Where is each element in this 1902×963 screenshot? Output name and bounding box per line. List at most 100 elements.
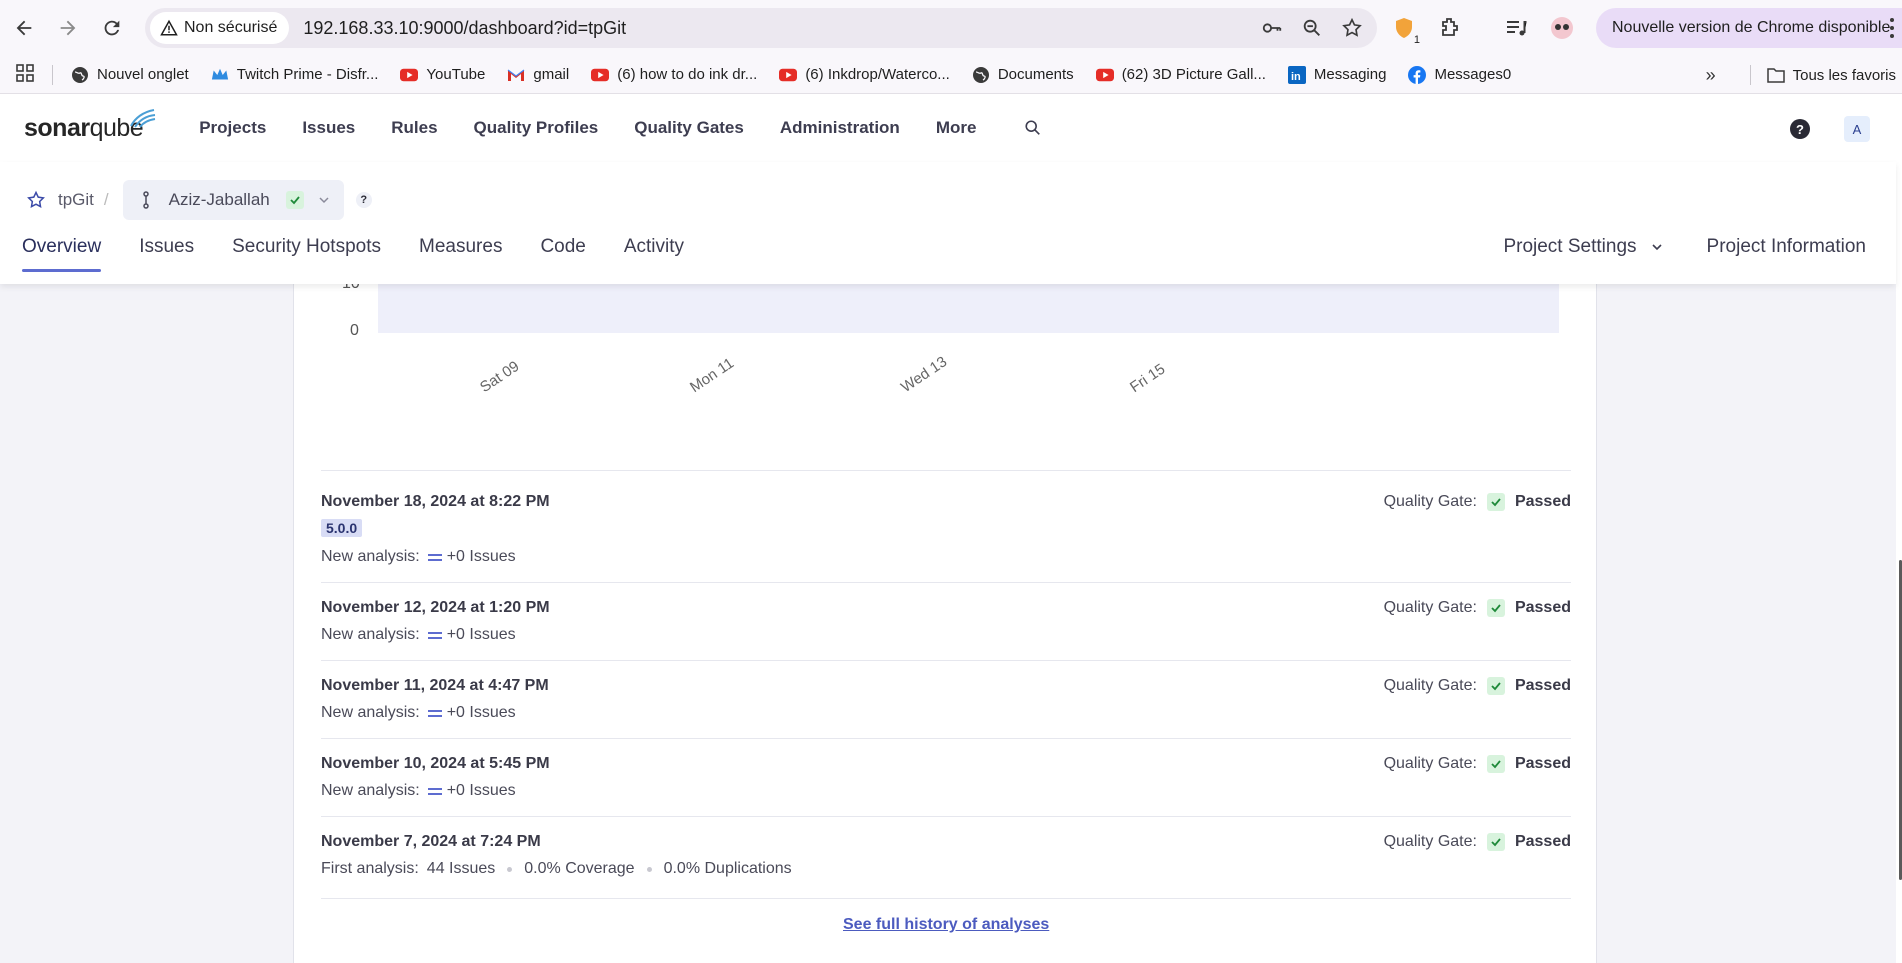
separator-dot [646,866,652,872]
tab-code[interactable]: Code [540,236,585,272]
extension-shield-icon[interactable]: 1 [1392,16,1420,46]
chevron-down-icon [1651,244,1662,251]
issues-delta: +0 Issues [446,626,516,643]
crown-icon [211,66,229,84]
extensions-puzzle-icon[interactable] [1438,16,1462,40]
bookmark-item[interactable]: gmail [507,66,569,84]
project-settings-label: Project Settings [1503,236,1637,257]
chevron-down-icon [319,197,329,204]
bookmark-item[interactable]: (6) how to do ink dr... [591,66,757,84]
tab-activity[interactable]: Activity [624,236,684,272]
issues-delta: +0 Issues [446,704,516,721]
chrome-menu-icon[interactable] [1890,18,1894,38]
issues-delta: +0 Issues [446,548,516,565]
branch-status-check-icon [285,191,304,209]
project-settings-menu[interactable]: Project Settings [1503,236,1662,258]
favorite-star-icon[interactable] [26,190,46,210]
globe-icon [71,66,89,84]
nav-more[interactable]: More [936,118,977,138]
more-bookmarks-icon[interactable]: » [1706,65,1716,86]
bookmark-item[interactable]: YouTube [400,66,485,84]
project-name[interactable]: tpGit [58,190,94,210]
bookmark-item[interactable]: (62) 3D Picture Gall... [1095,66,1266,84]
warning-icon [160,19,178,36]
branch-help-icon[interactable]: ? [355,192,372,208]
url-text[interactable]: 192.168.33.10:9000/dashboard?id=tpGit [303,18,626,39]
back-icon[interactable] [4,8,44,48]
project-tabs: Overview Issues Security Hotspots Measur… [22,236,684,272]
tab-measures[interactable]: Measures [419,236,502,272]
zoom-icon[interactable] [1301,17,1323,39]
address-bar[interactable]: Non sécurisé 192.168.33.10:9000/dashboar… [145,8,1377,48]
bookmark-item[interactable]: Twitch Prime - Disfr... [211,66,379,84]
profile-icon[interactable] [1550,16,1574,40]
branch-name: Aziz-Jaballah [168,190,270,209]
quality-gate-label: Quality Gate: [1383,833,1477,850]
tab-overview[interactable]: Overview [22,236,102,272]
equal-icon [427,785,442,798]
breadcrumb-separator: / [103,190,109,209]
analysis-date: November 11, 2024 at 4:47 PM [321,677,549,694]
nav-quality-gates[interactable]: Quality Gates [634,118,744,138]
chrome-update-button[interactable]: Nouvelle version de Chrome disponible [1596,8,1902,48]
analysis-summary: New analysis: +0 Issues [321,704,516,722]
see-full-history-link[interactable]: See full history of analyses [843,916,1049,934]
quality-gate-status: Quality Gate: Passed [1384,755,1571,773]
youtube-icon [400,66,419,84]
media-queue-icon[interactable] [1504,16,1528,40]
nav-administration[interactable]: Administration [780,118,900,138]
not-secure-label: Non sécurisé [184,19,278,36]
help-icon[interactable]: ? [1790,119,1810,139]
analysis-item: November 12, 2024 at 1:20 PM New analysi… [321,582,1571,660]
analysis-summary: New analysis: +0 Issues [321,548,516,566]
project-information-link[interactable]: Project Information [1707,236,1866,258]
password-key-icon[interactable] [1261,17,1283,39]
all-bookmarks[interactable]: Tous les favoris [1766,66,1896,84]
avatar[interactable]: A [1844,116,1870,142]
version-badge: 5.0.0 [321,519,363,537]
apps-grid-icon[interactable] [16,63,34,86]
bookmark-item[interactable]: in Messaging [1287,65,1386,84]
bookmark-item[interactable]: Messages0 [1408,65,1511,84]
quality-gate-label: Quality Gate: [1383,493,1477,510]
issues-count: 44 Issues [426,860,496,877]
analysis-date: November 10, 2024 at 5:45 PM [321,755,550,772]
top-navigation: Projects Issues Rules Quality Profiles Q… [199,118,976,138]
analysis-date: November 7, 2024 at 7:24 PM [321,833,541,850]
bookmarks-bar: Nouvel onglet Twitch Prime - Disfr... YouT… [0,56,1902,94]
facebook-icon [1408,65,1427,84]
tab-issues[interactable]: Issues [139,236,194,272]
analysis-summary: First analysis: 44 Issues 0.0% Coverage … [321,860,792,878]
forward-icon[interactable] [48,8,88,48]
not-secure-chip[interactable]: Non sécurisé [150,12,290,44]
sonarqube-logo[interactable]: sonarqube [24,108,156,143]
chrome-update-label: Nouvelle version de Chrome disponible [1612,19,1891,36]
nav-quality-profiles[interactable]: Quality Profiles [474,118,599,138]
search-icon[interactable] [1024,119,1042,137]
quality-gate-label: Quality Gate: [1383,677,1477,694]
reload-icon[interactable] [92,8,132,48]
bookmark-item[interactable]: Nouvel onglet [71,66,189,84]
separator-dot [507,866,513,872]
logo-bold: sonar [24,113,90,142]
nav-projects[interactable]: Projects [199,118,266,138]
bookmark-star-icon[interactable] [1341,17,1363,39]
analysis-kind: New analysis: [321,704,420,721]
x-tick-label: Wed 13 [898,353,951,397]
bookmark-item[interactable]: Documents [972,66,1074,84]
activity-card: 10 0 Sat 09 Mon 11 Wed 13 Fri 15 Novembe… [293,270,1597,963]
breadcrumb: tpGit / Aziz-Jaballah ? [26,180,372,220]
bookmark-item[interactable]: (6) Inkdrop/Waterco... [779,66,950,84]
quality-gate-status: Quality Gate: Passed [1384,833,1571,851]
bookmarks-divider-right [1749,65,1751,85]
branch-selector[interactable]: Aziz-Jaballah [122,180,344,220]
equal-icon [427,707,442,720]
analysis-kind: First analysis: [321,860,419,877]
nav-rules[interactable]: Rules [391,118,437,138]
bookmark-label: Twitch Prime - Disfr... [236,66,379,83]
bookmark-label: (6) Inkdrop/Waterco... [805,66,950,83]
analysis-date: November 18, 2024 at 8:22 PM [321,493,550,510]
quality-gate-status: Quality Gate: Passed [1384,677,1571,695]
nav-issues[interactable]: Issues [302,118,355,138]
tab-security-hotspots[interactable]: Security Hotspots [232,236,381,272]
